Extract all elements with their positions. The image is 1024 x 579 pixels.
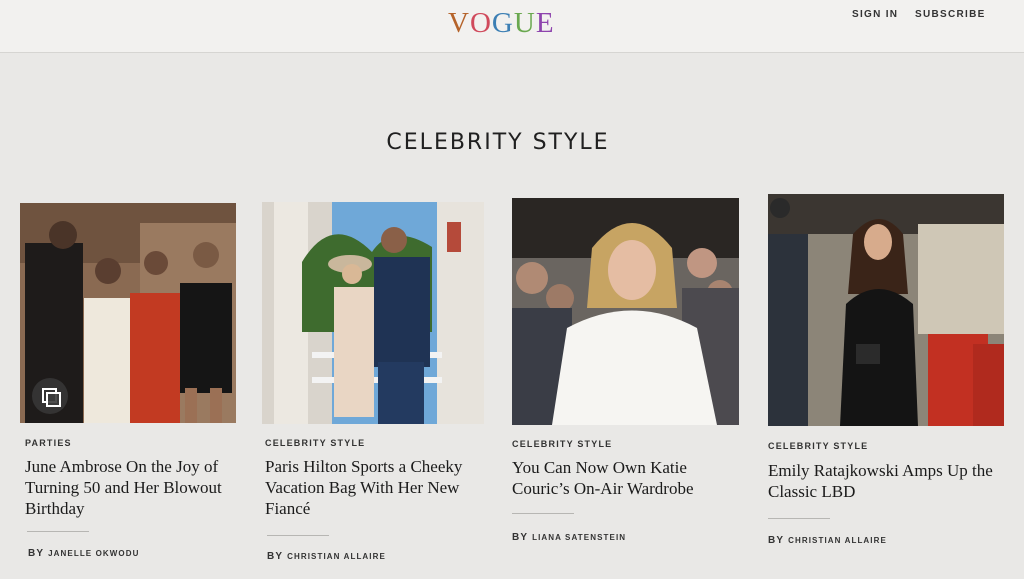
byline-divider	[267, 535, 329, 536]
byline-divider	[768, 518, 830, 519]
section-title: CELEBRITY STYLE	[386, 130, 610, 155]
sign-in-link[interactable]: SIGN IN	[852, 9, 898, 20]
article-byline: BY JANELLE OKWODU	[28, 548, 140, 559]
article-image-4[interactable]	[768, 194, 1004, 426]
article-headline[interactable]: Emily Ratajkowski Amps Up the Classic LB…	[768, 460, 1013, 502]
article-byline: BY CHRISTIAN ALLAIRE	[267, 551, 386, 562]
gallery-icon-front-square	[46, 392, 61, 407]
logo-letter-e: E	[535, 7, 555, 39]
article-byline: BY LIANA SATENSTEIN	[512, 532, 626, 543]
article-category[interactable]: CELEBRITY STYLE	[768, 441, 868, 451]
subscribe-link[interactable]: SUBSCRIBE	[915, 9, 986, 20]
article-category[interactable]: PARTIES	[25, 438, 72, 448]
article-image-4-art	[768, 194, 1004, 426]
byline-prefix: BY	[267, 551, 284, 562]
article-image-3-art	[512, 198, 739, 425]
article-headline[interactable]: You Can Now Own Katie Couric’s On-Air Wa…	[512, 457, 734, 499]
article-image-2-art	[262, 202, 484, 424]
article-author[interactable]: JANELLE OKWODU	[48, 549, 139, 558]
logo-letter-o: O	[469, 7, 492, 39]
gallery-icon[interactable]	[32, 378, 68, 414]
vogue-logo[interactable]: VOGUE	[448, 7, 555, 40]
article-byline: BY CHRISTIAN ALLAIRE	[768, 535, 887, 546]
article-image-2[interactable]	[262, 202, 484, 424]
byline-prefix: BY	[512, 532, 529, 543]
article-author[interactable]: LIANA SATENSTEIN	[532, 533, 626, 542]
logo-letter-u: U	[513, 7, 536, 39]
article-category[interactable]: CELEBRITY STYLE	[265, 438, 365, 448]
article-headline[interactable]: June Ambrose On the Joy of Turning 50 an…	[25, 456, 240, 519]
byline-divider	[27, 531, 89, 532]
byline-prefix: BY	[768, 535, 785, 546]
article-category[interactable]: CELEBRITY STYLE	[512, 439, 612, 449]
article-headline[interactable]: Paris Hilton Sports a Cheeky Vacation Ba…	[265, 456, 480, 519]
logo-letter-v: V	[448, 7, 470, 39]
logo-letter-g: G	[491, 7, 514, 39]
article-image-3[interactable]	[512, 198, 739, 425]
byline-prefix: BY	[28, 548, 45, 559]
article-author[interactable]: CHRISTIAN ALLAIRE	[788, 536, 887, 545]
article-author[interactable]: CHRISTIAN ALLAIRE	[287, 552, 386, 561]
top-bar: VOGUE SIGN IN SUBSCRIBE	[0, 0, 1024, 53]
byline-divider	[512, 513, 574, 514]
